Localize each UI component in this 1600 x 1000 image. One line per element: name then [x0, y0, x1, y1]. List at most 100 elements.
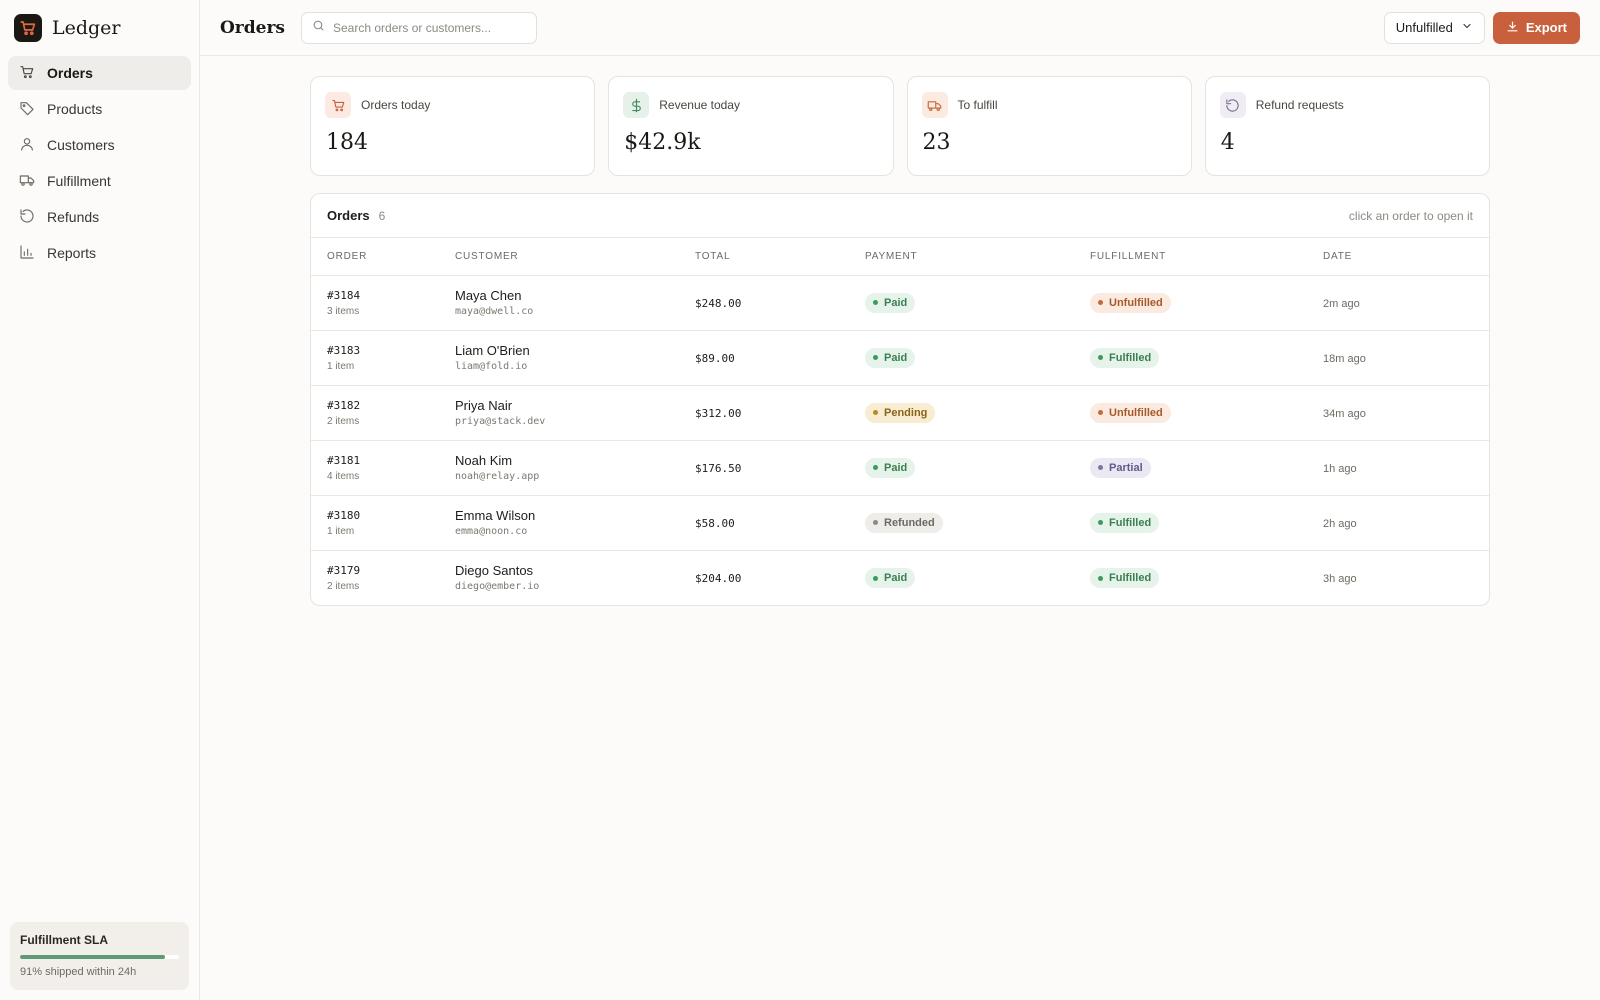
filter-label: Unfulfilled — [1395, 20, 1453, 35]
order-item-count: 1 item — [327, 360, 355, 372]
payment-status-badge: Paid — [865, 347, 916, 368]
order-id: #3181 — [327, 453, 361, 467]
table-row[interactable]: #3179 2 items Diego Santos diego@ember.i… — [311, 550, 1489, 605]
fulfillment-status-badge: Fulfilled — [1090, 347, 1160, 368]
status-dot-icon — [1098, 465, 1103, 471]
order-id: #3183 — [327, 343, 361, 357]
cart-logo-icon — [14, 14, 42, 42]
payment-status-badge: Refunded — [865, 512, 943, 533]
sidebar-item-label: Reports — [47, 245, 97, 261]
sidebar-item-label: Customers — [47, 137, 115, 153]
sidebar-item-refunds[interactable]: Refunds — [8, 200, 191, 234]
brand[interactable]: Ledger — [0, 0, 199, 56]
fulfillment-status-badge: Fulfilled — [1090, 512, 1160, 533]
customer-name: Priya Nair — [455, 398, 513, 413]
customer-email: priya@stack.dev — [455, 416, 546, 427]
fulfillment-sla-card: Fulfillment SLA 91% shipped within 24h — [10, 922, 189, 990]
order-total: $312.00 — [695, 406, 742, 420]
customer-name: Emma Wilson — [455, 508, 536, 523]
fulfillment-filter-dropdown[interactable]: Unfulfilled — [1383, 11, 1485, 44]
customer-email: maya@dwell.co — [455, 306, 534, 317]
sidebar-nav: Orders Products Customers Fulfillment Re… — [0, 56, 199, 270]
payment-status-badge: Paid — [865, 568, 916, 588]
order-id: #3182 — [327, 398, 361, 412]
customer-name: Noah Kim — [455, 453, 513, 468]
customer-email: liam@fold.io — [455, 361, 528, 372]
fulfillment-status-badge: Fulfilled — [1090, 568, 1160, 588]
sidebar-item-products[interactable]: Products — [8, 92, 191, 126]
table-row[interactable]: #3182 2 items Priya Nair priya@stack.dev… — [311, 385, 1489, 441]
stat-card-revenue-today: Revenue today $42.9k — [608, 76, 894, 176]
customer-name: Maya Chen — [455, 288, 522, 303]
table-row[interactable]: #3181 4 items Noah Kim noah@relay.app $1… — [311, 440, 1489, 496]
search-input[interactable] — [333, 20, 526, 35]
orders-table-header: Orders 6 click an order to open it — [311, 194, 1489, 238]
page-title: Orders — [220, 17, 285, 38]
sidebar-item-fulfillment[interactable]: Fulfillment — [8, 164, 191, 198]
table-hint: click an order to open it — [1348, 208, 1473, 223]
status-dot-icon — [873, 520, 878, 526]
sla-text: 91% shipped within 24h — [20, 966, 137, 978]
stat-card-orders-today: Orders today 184 — [310, 76, 596, 176]
customer-email: diego@ember.io — [455, 581, 540, 593]
stat-card-to-fulfill: To fulfill 23 — [906, 76, 1192, 176]
fulfillment-status-badge: Partial — [1090, 457, 1151, 478]
chevron-down-icon — [1461, 20, 1473, 35]
user-icon — [19, 136, 35, 155]
column-header-payment[interactable]: PAYMENT — [865, 238, 1090, 276]
order-date: 18m ago — [1323, 352, 1366, 365]
export-label: Export — [1525, 20, 1567, 35]
content: Orders today 184 Revenue today $42.9k To… — [200, 56, 1600, 606]
tag-icon — [19, 100, 35, 119]
sidebar-item-customers[interactable]: Customers — [8, 128, 191, 162]
payment-label: Refunded — [884, 516, 935, 529]
payment-status-badge: Paid — [865, 457, 916, 478]
column-header-total[interactable]: TOTAL — [695, 238, 865, 276]
column-header-date[interactable]: DATE — [1323, 238, 1489, 276]
payment-status-badge: Paid — [865, 292, 916, 313]
table-row[interactable]: #3183 1 item Liam O'Brien liam@fold.io $… — [311, 330, 1489, 386]
customer-name: Liam O'Brien — [455, 343, 530, 358]
payment-label: Paid — [884, 296, 908, 309]
stat-value: $42.9k — [624, 130, 701, 155]
order-item-count: 3 items — [327, 305, 360, 317]
order-id: #3184 — [327, 288, 361, 302]
truck-icon — [921, 92, 948, 118]
sidebar-item-label: Orders — [47, 65, 93, 81]
sidebar-item-label: Fulfillment — [47, 173, 111, 189]
download-icon — [1506, 20, 1519, 36]
payment-label: Paid — [884, 351, 908, 364]
sla-progress-track — [20, 955, 179, 959]
sidebar-item-label: Products — [47, 101, 103, 117]
brand-name: Ledger — [52, 17, 121, 39]
column-header-order[interactable]: ORDER — [311, 238, 455, 276]
table-row[interactable]: #3180 1 item Emma Wilson emma@noon.co $5… — [311, 495, 1489, 551]
order-item-count: 2 items — [327, 580, 360, 592]
order-id: #3179 — [327, 563, 361, 577]
main: Orders Unfulfilled Export Orders today — [200, 0, 1600, 1000]
order-total: $58.00 — [695, 516, 735, 530]
stat-label: Refund requests — [1255, 98, 1344, 112]
cart-icon — [325, 92, 351, 118]
sidebar-item-orders[interactable]: Orders — [8, 56, 191, 90]
table-title: Orders — [327, 208, 370, 223]
sla-title: Fulfillment SLA — [20, 933, 108, 947]
table-row[interactable]: #3184 3 items Maya Chen maya@dwell.co $2… — [311, 275, 1489, 331]
order-item-count: 2 items — [327, 415, 360, 427]
customer-email: noah@relay.app — [455, 471, 540, 482]
export-button[interactable]: Export — [1492, 11, 1580, 44]
column-header-customer[interactable]: CUSTOMER — [455, 238, 695, 276]
stat-label: Orders today — [361, 98, 431, 112]
order-item-count: 1 item — [327, 525, 355, 537]
order-date: 2m ago — [1323, 297, 1360, 310]
search-box[interactable] — [301, 11, 537, 44]
fulfillment-status-badge: Unfulfilled — [1090, 292, 1171, 313]
order-item-count: 4 items — [327, 470, 360, 482]
sidebar-item-label: Refunds — [47, 209, 100, 225]
bar-chart-icon — [19, 244, 35, 263]
column-header-fulfillment[interactable]: FULFILLMENT — [1090, 238, 1323, 276]
sidebar-item-reports[interactable]: Reports — [8, 236, 191, 270]
payment-status-badge: Pending — [865, 402, 936, 423]
fulfillment-status-badge: Unfulfilled — [1090, 402, 1171, 423]
payment-label: Paid — [884, 461, 908, 474]
